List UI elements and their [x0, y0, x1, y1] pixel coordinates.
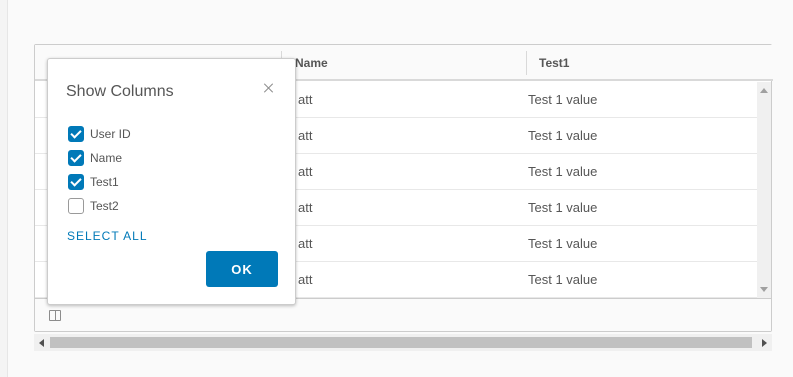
cell-name: att — [298, 272, 313, 287]
left-panel-edge — [0, 0, 8, 377]
cell-name: att — [298, 164, 313, 179]
column-separator — [526, 51, 527, 75]
column-option-label: User ID — [90, 127, 131, 141]
cell-name: att — [298, 200, 313, 215]
scroll-right-arrow-icon[interactable] — [762, 339, 767, 347]
cell-test1: Test 1 value — [528, 272, 598, 287]
column-option-label: Test1 — [90, 175, 119, 189]
select-all-button[interactable]: SELECT ALL — [67, 229, 148, 243]
scroll-left-arrow-icon[interactable] — [39, 339, 44, 347]
cell-name: att — [298, 92, 313, 107]
cell-name: att — [298, 128, 313, 143]
show-columns-popover: Show Columns User ID Name Test1 Test2 SE… — [47, 58, 296, 305]
checkbox-test1[interactable] — [68, 174, 84, 190]
checkbox-test2[interactable] — [68, 198, 84, 214]
scrollbar-thumb[interactable] — [50, 337, 752, 348]
column-option-label: Name — [90, 151, 123, 165]
close-icon[interactable] — [261, 80, 277, 96]
vertical-scrollbar[interactable] — [757, 82, 771, 298]
popover-title: Show Columns — [66, 83, 174, 100]
ok-button[interactable]: OK — [206, 251, 278, 287]
cell-test1: Test 1 value — [528, 236, 598, 251]
checkbox-user-id[interactable] — [68, 126, 84, 142]
cell-test1: Test 1 value — [528, 128, 598, 143]
cell-test1: Test 1 value — [528, 92, 598, 107]
scroll-up-arrow-icon[interactable] — [760, 88, 768, 93]
cell-test1: Test 1 value — [528, 164, 598, 179]
cell-name: att — [298, 236, 313, 251]
column-header-test1[interactable]: Test1 — [539, 56, 569, 70]
columns-icon[interactable] — [49, 310, 61, 321]
scroll-down-arrow-icon[interactable] — [760, 287, 768, 292]
column-option-label: Test2 — [90, 199, 119, 213]
checkbox-name[interactable] — [68, 150, 84, 166]
column-header-name[interactable]: Name — [295, 56, 328, 70]
cell-test1: Test 1 value — [528, 200, 598, 215]
horizontal-scrollbar[interactable] — [34, 334, 772, 351]
